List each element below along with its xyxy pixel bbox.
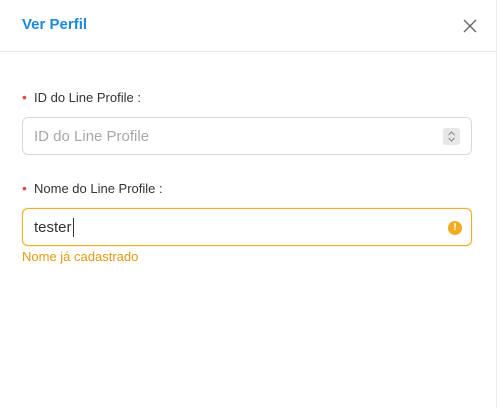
id-field-label: • ID do Line Profile :	[22, 89, 141, 105]
label-colon: :	[159, 181, 163, 196]
modal-header: Ver Perfil	[0, 0, 496, 52]
label-colon: :	[137, 90, 141, 105]
required-mark: •	[22, 180, 27, 196]
number-stepper[interactable]	[443, 128, 460, 145]
stepper-down-icon	[448, 137, 455, 142]
name-field-label: • Nome do Line Profile :	[22, 180, 163, 196]
name-field-value: tester	[34, 219, 72, 236]
warning-icon: !	[448, 221, 462, 235]
required-mark: •	[22, 89, 27, 105]
name-field-input[interactable]: tester !	[22, 208, 472, 246]
id-field-input[interactable]: ID do Line Profile	[22, 117, 472, 155]
close-icon[interactable]	[462, 18, 478, 34]
name-field-label-text: Nome do Line Profile	[34, 181, 156, 196]
id-field-label-text: ID do Line Profile	[34, 90, 134, 105]
text-caret	[73, 218, 74, 237]
modal-title: Ver Perfil	[22, 16, 88, 33]
stepper-up-icon	[448, 131, 455, 136]
id-field-placeholder: ID do Line Profile	[34, 128, 150, 145]
name-field-error: Nome já cadastrado	[22, 249, 139, 264]
view-profile-modal: Ver Perfil • ID do Line Profile : ID do L…	[0, 0, 497, 408]
